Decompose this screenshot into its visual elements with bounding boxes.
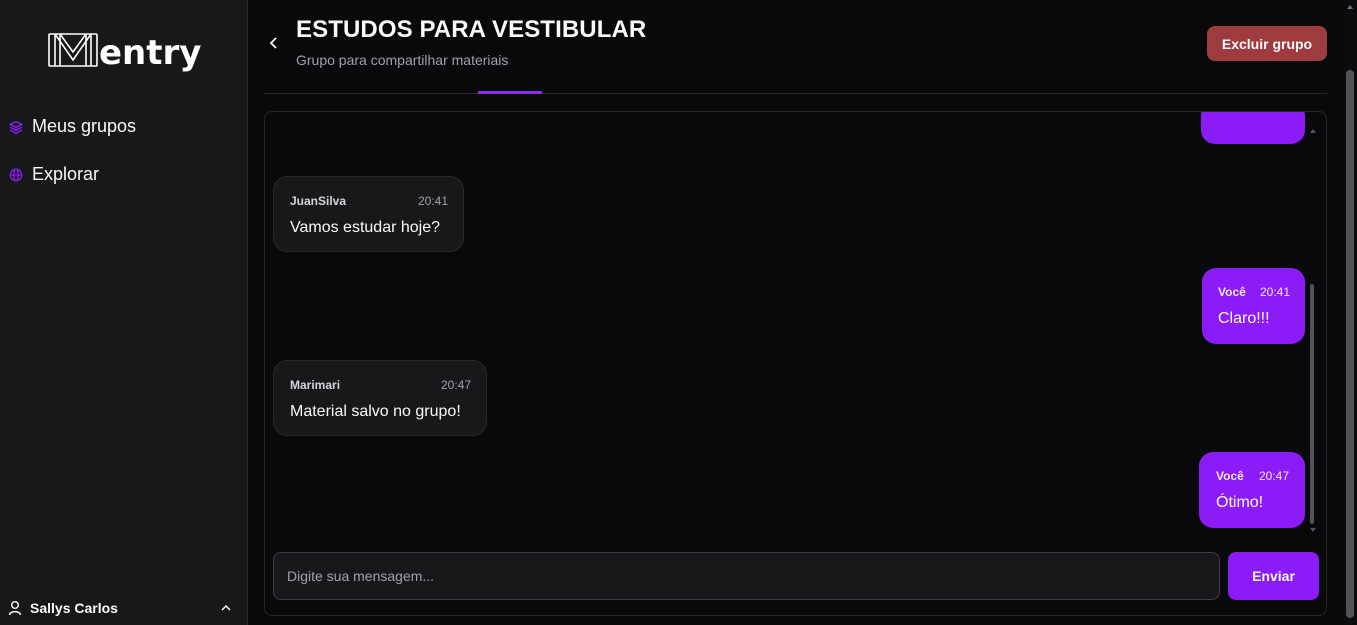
message-bubble-partial — [1201, 112, 1305, 144]
message-bubble: JuanSilva 20:41 Vamos estudar hoje? — [273, 176, 464, 252]
message-bubble: Você 20:47 Ótimo! — [1199, 452, 1305, 528]
page-scrollbar[interactable] — [1343, 0, 1357, 625]
message-author: Você — [1218, 285, 1246, 299]
chat-scrollbar-thumb[interactable] — [1310, 284, 1314, 524]
chevron-up-icon — [220, 600, 232, 621]
message-bubble: Você 20:41 Claro!!! — [1202, 268, 1305, 344]
chevron-left-icon — [269, 37, 277, 49]
message-author: JuanSilva — [290, 194, 347, 208]
sidebar-item-explorar[interactable]: Explorar — [8, 164, 99, 185]
message-input[interactable] — [273, 552, 1220, 600]
user-menu[interactable]: Sallys Carlos — [8, 600, 232, 616]
delete-group-button[interactable]: Excluir grupo — [1207, 26, 1327, 61]
logo-m-icon — [48, 33, 98, 67]
chat-panel: JuanSilva 20:41 Vamos estudar hoje? Você… — [264, 111, 1327, 616]
back-button[interactable] — [264, 32, 284, 54]
message-time: 20:41 — [417, 194, 448, 208]
sidebar-item-meus-grupos[interactable]: Meus grupos — [8, 116, 136, 137]
active-tab-indicator — [478, 91, 542, 94]
message-time: 20:41 — [1259, 285, 1290, 299]
page-scrollbar-thumb[interactable] — [1346, 70, 1354, 618]
message-text: Vamos estudar hoje? — [290, 219, 441, 236]
message-author: Marimari — [290, 378, 341, 392]
header-divider — [264, 93, 1327, 94]
message-text: Ótimo! — [1216, 494, 1264, 511]
app-root: entry Meus grupos Explorar Sallys Carlos… — [0, 0, 1357, 625]
page-title: ESTUDOS PARA VESTIBULAR — [296, 16, 647, 43]
message-time: 20:47 — [1258, 469, 1289, 483]
page-subtitle: Grupo para compartilhar materiais — [296, 52, 509, 68]
sidebar-item-label: Meus grupos — [32, 116, 137, 136]
sidebar: entry Meus grupos Explorar Sallys Carlos — [0, 0, 248, 625]
chat-scroll-down-arrow[interactable] — [1310, 528, 1316, 532]
user-icon — [8, 600, 22, 616]
send-button[interactable]: Enviar — [1228, 552, 1319, 600]
logo-text: entry — [99, 33, 202, 73]
globe-icon — [8, 167, 24, 183]
logo[interactable]: entry — [48, 28, 201, 72]
message-text: Claro!!! — [1218, 310, 1270, 327]
user-name: Sallys Carlos — [30, 600, 118, 616]
message-author: Você — [1216, 469, 1244, 483]
message-time: 20:47 — [440, 378, 471, 392]
page-scroll-up-arrow[interactable] — [1347, 5, 1353, 9]
stack-icon — [8, 119, 24, 135]
chat-scroll-up-arrow[interactable] — [1310, 129, 1316, 133]
message-bubble: Marimari 20:47 Material salvo no grupo! — [273, 360, 487, 436]
sidebar-item-label: Explorar — [32, 164, 100, 184]
message-text: Material salvo no grupo! — [290, 403, 461, 420]
